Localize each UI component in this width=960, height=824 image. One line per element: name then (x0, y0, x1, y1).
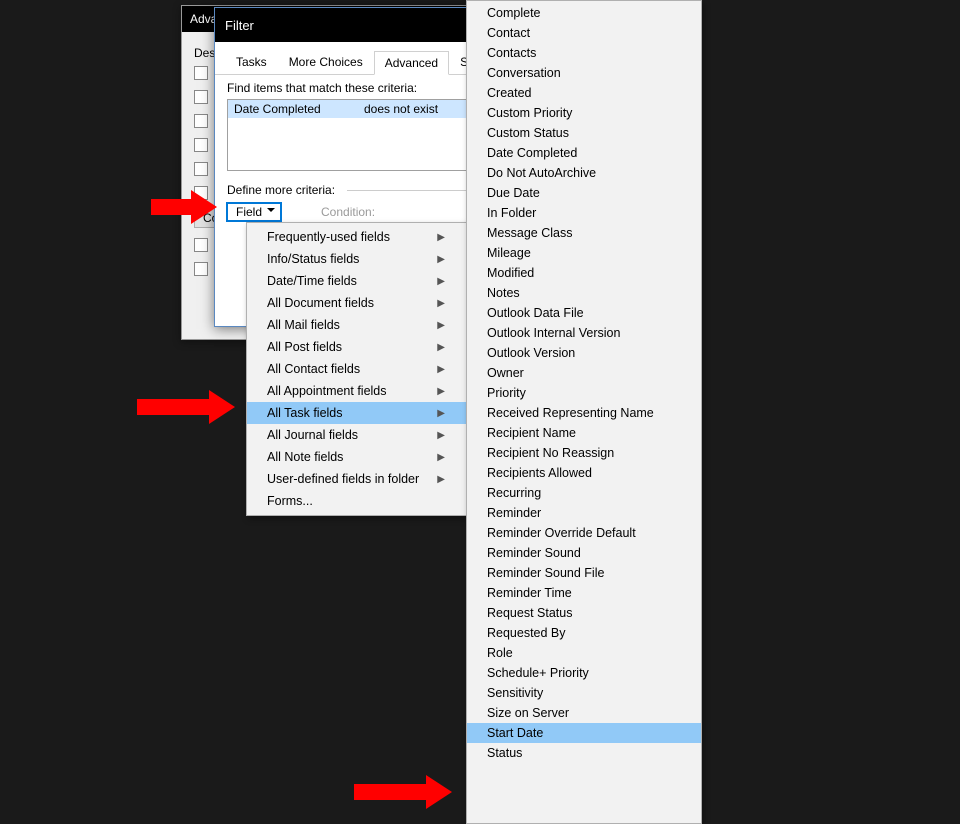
field-category-item[interactable]: All Document fields ▶ (247, 292, 467, 314)
task-field-item[interactable]: Start Date (467, 723, 701, 743)
chevron-right-icon: ▶ (437, 342, 445, 353)
field-category-item[interactable]: All Mail fields ▶ (247, 314, 467, 336)
chevron-right-icon: ▶ (437, 386, 445, 397)
criteria-field: Date Completed (234, 102, 364, 116)
annotation-arrow-icon (151, 190, 227, 224)
menu-item-label: All Appointment fields (267, 384, 387, 398)
task-field-item[interactable]: Contacts (467, 43, 701, 63)
task-field-item[interactable]: Outlook Data File (467, 303, 701, 323)
forms-menu-item[interactable]: Forms... (247, 490, 467, 512)
bg-checkbox[interactable] (194, 162, 208, 176)
field-category-menu[interactable]: Frequently-used fields▶Info/Status field… (246, 222, 468, 516)
menu-item-label: All Note fields (267, 450, 343, 464)
task-field-item[interactable]: Message Class (467, 223, 701, 243)
field-category-item[interactable]: All Contact fields ▶ (247, 358, 467, 380)
task-field-item[interactable]: Contact (467, 23, 701, 43)
task-field-item[interactable]: Reminder Time (467, 583, 701, 603)
task-field-item[interactable]: Outlook Internal Version (467, 323, 701, 343)
field-category-item[interactable]: User-defined fields in folder ▶ (247, 468, 467, 490)
menu-item-label: User-defined fields in folder (267, 472, 419, 486)
task-field-item[interactable]: Status (467, 743, 701, 763)
bg-checkbox[interactable] (194, 238, 208, 252)
tab-advanced[interactable]: Advanced (374, 51, 449, 75)
menu-item-label: Date/Time fields (267, 274, 357, 288)
chevron-right-icon: ▶ (437, 452, 445, 463)
field-category-item[interactable]: Date/Time fields ▶ (247, 270, 467, 292)
criteria-condition: does not exist (364, 102, 438, 116)
task-field-item[interactable]: Custom Status (467, 123, 701, 143)
task-field-item[interactable]: Reminder Sound (467, 543, 701, 563)
chevron-right-icon: ▶ (437, 474, 445, 485)
task-field-item[interactable]: Custom Priority (467, 103, 701, 123)
bg-checkbox[interactable] (194, 138, 208, 152)
bg-checkbox[interactable] (194, 114, 208, 128)
task-field-item[interactable]: Request Status (467, 603, 701, 623)
task-field-item[interactable]: Outlook Version (467, 343, 701, 363)
annotation-arrow-icon (354, 775, 462, 809)
bg-checkbox[interactable] (194, 90, 208, 104)
menu-item-label: All Document fields (267, 296, 374, 310)
task-field-item[interactable]: Due Date (467, 183, 701, 203)
task-field-item[interactable]: Size on Server (467, 703, 701, 723)
menu-item-label: All Journal fields (267, 428, 358, 442)
task-field-item[interactable]: Role (467, 643, 701, 663)
task-field-item[interactable]: Sensitivity (467, 683, 701, 703)
find-items-label: Find items that match these criteria: (227, 81, 417, 95)
task-field-item[interactable]: Reminder Override Default (467, 523, 701, 543)
field-category-item[interactable]: Info/Status fields ▶ (247, 248, 467, 270)
field-category-item[interactable]: All Journal fields ▶ (247, 424, 467, 446)
menu-item-label: Forms... (267, 494, 313, 508)
tab-more-choices[interactable]: More Choices (278, 50, 374, 74)
task-field-item[interactable]: Reminder (467, 503, 701, 523)
menu-item-label: All Contact fields (267, 362, 360, 376)
task-field-item[interactable]: Mileage (467, 243, 701, 263)
field-category-item[interactable]: All Appointment fields ▶ (247, 380, 467, 402)
bg-checkbox[interactable] (194, 262, 208, 276)
field-category-item[interactable]: All Note fields ▶ (247, 446, 467, 468)
menu-item-label: Frequently-used fields (267, 230, 390, 244)
condition-label: Condition: (321, 205, 375, 219)
task-field-item[interactable]: Do Not AutoArchive (467, 163, 701, 183)
chevron-right-icon: ▶ (437, 276, 445, 287)
menu-item-label: All Mail fields (267, 318, 340, 332)
annotation-arrow-icon (137, 390, 245, 424)
menu-item-label: All Task fields (267, 406, 343, 420)
task-field-item[interactable]: Recipient Name (467, 423, 701, 443)
task-field-item[interactable]: Complete (467, 3, 701, 23)
task-field-item[interactable]: In Folder (467, 203, 701, 223)
field-category-item[interactable]: All Post fields ▶ (247, 336, 467, 358)
menu-item-label: All Post fields (267, 340, 342, 354)
task-field-item[interactable]: Modified (467, 263, 701, 283)
task-field-item[interactable]: Date Completed (467, 143, 701, 163)
task-field-item[interactable]: Reminder Sound File (467, 563, 701, 583)
task-field-item[interactable]: Created (467, 83, 701, 103)
menu-item-label: Info/Status fields (267, 252, 359, 266)
task-field-item[interactable]: Owner (467, 363, 701, 383)
field-category-item[interactable]: Frequently-used fields ▶ (247, 226, 467, 248)
task-field-item[interactable]: Recipient No Reassign (467, 443, 701, 463)
task-field-item[interactable]: Notes (467, 283, 701, 303)
task-field-item[interactable]: Conversation (467, 63, 701, 83)
task-field-item[interactable]: Recipients Allowed (467, 463, 701, 483)
field-category-item[interactable]: All Task fields ▶ (247, 402, 467, 424)
task-field-item[interactable]: Schedule+ Priority (467, 663, 701, 683)
chevron-right-icon: ▶ (437, 408, 445, 419)
task-field-item[interactable]: Requested By (467, 623, 701, 643)
chevron-right-icon: ▶ (437, 430, 445, 441)
bg-checkbox[interactable] (194, 66, 208, 80)
chevron-right-icon: ▶ (437, 232, 445, 243)
tab-tasks[interactable]: Tasks (225, 50, 278, 74)
chevron-right-icon: ▶ (437, 254, 445, 265)
task-field-item[interactable]: Priority (467, 383, 701, 403)
task-field-item[interactable]: Received Representing Name (467, 403, 701, 423)
task-field-item[interactable]: Recurring (467, 483, 701, 503)
chevron-right-icon: ▶ (437, 298, 445, 309)
chevron-right-icon: ▶ (437, 364, 445, 375)
task-fields-menu[interactable]: CompleteContactContactsConversationCreat… (466, 0, 702, 824)
chevron-right-icon: ▶ (437, 320, 445, 331)
field-dropdown-button[interactable]: Field (227, 203, 281, 221)
